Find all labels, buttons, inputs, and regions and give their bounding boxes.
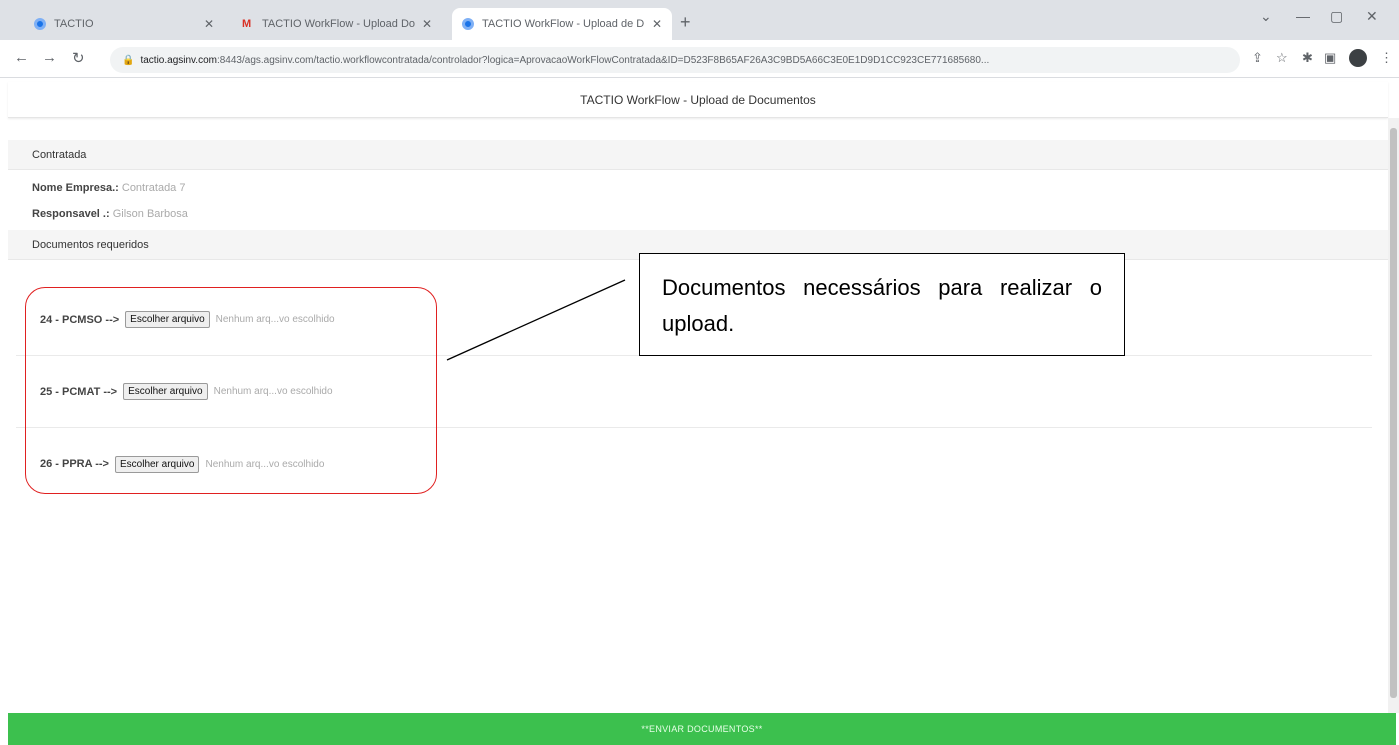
- scrollbar[interactable]: [1388, 118, 1399, 713]
- menu-icon[interactable]: ⋮: [1380, 50, 1393, 66]
- close-icon[interactable]: ✕: [204, 17, 214, 31]
- tab-title: TACTIO WorkFlow - Upload de D: [482, 18, 645, 30]
- extensions-icon[interactable]: ✱: [1302, 50, 1313, 66]
- close-icon[interactable]: ✕: [652, 17, 662, 31]
- back-icon[interactable]: ←: [14, 49, 29, 66]
- gmail-icon: M: [242, 18, 252, 30]
- nome-empresa-label: Nome Empresa.:: [32, 182, 119, 194]
- tab-title: TACTIO WorkFlow - Upload Do...: [262, 18, 416, 30]
- responsavel: Responsavel .: Gilson Barbosa: [32, 208, 188, 220]
- new-tab-icon[interactable]: +: [680, 12, 691, 33]
- tactio-favicon: [34, 18, 46, 30]
- browser-tabbar: TACTIO ✕ M TACTIO WorkFlow - Upload Do..…: [0, 0, 1399, 40]
- tab-upload-gmail[interactable]: M TACTIO WorkFlow - Upload Do... ✕: [232, 8, 442, 40]
- highlight-outline: [25, 287, 437, 494]
- window-close-icon[interactable]: ✕: [1366, 8, 1378, 25]
- tab-title: TACTIO: [54, 18, 94, 30]
- avatar[interactable]: [1349, 49, 1367, 67]
- star-icon[interactable]: ☆: [1276, 50, 1288, 66]
- submit-documents-button[interactable]: **ENVIAR DOCUMENTOS**: [8, 713, 1396, 745]
- responsavel-label: Responsavel .:: [32, 208, 110, 220]
- responsavel-value: Gilson Barbosa: [112, 208, 188, 220]
- close-icon[interactable]: ✕: [422, 17, 432, 31]
- tab-tactio[interactable]: TACTIO ✕: [24, 8, 224, 40]
- forward-icon[interactable]: →: [42, 49, 57, 66]
- scrollbar-thumb[interactable]: [1390, 128, 1397, 698]
- nome-empresa-value: Contratada 7: [121, 182, 186, 194]
- browser-toolbar: ← → ↻ 🔒 tactio.agsinv.com :8443/ags.agsi…: [0, 40, 1399, 78]
- page-title: TACTIO WorkFlow - Upload de Documentos: [8, 82, 1388, 118]
- tactio-favicon: [462, 18, 474, 30]
- maximize-icon[interactable]: ▢: [1330, 8, 1343, 25]
- annotation-callout: Documentos necessários para realizar o u…: [639, 253, 1125, 356]
- tab-upload-active[interactable]: TACTIO WorkFlow - Upload de D ✕: [452, 8, 672, 40]
- reload-icon[interactable]: ↻: [72, 49, 85, 67]
- url-path: :8443/ags.agsinv.com/tactio.workflowcont…: [216, 54, 990, 66]
- lock-icon[interactable]: 🔒: [122, 55, 134, 66]
- minimize-icon[interactable]: —: [1296, 8, 1310, 24]
- url-host: tactio.agsinv.com: [140, 54, 217, 66]
- sidepanel-icon[interactable]: ▣: [1324, 50, 1336, 66]
- nome-empresa: Nome Empresa.: Contratada 7: [32, 182, 185, 194]
- address-bar[interactable]: 🔒 tactio.agsinv.com :8443/ags.agsinv.com…: [110, 47, 1240, 73]
- section-contratada: Contratada: [8, 140, 1388, 170]
- share-icon[interactable]: ⇪: [1252, 50, 1263, 66]
- chevron-down-icon[interactable]: ⌄: [1260, 8, 1272, 25]
